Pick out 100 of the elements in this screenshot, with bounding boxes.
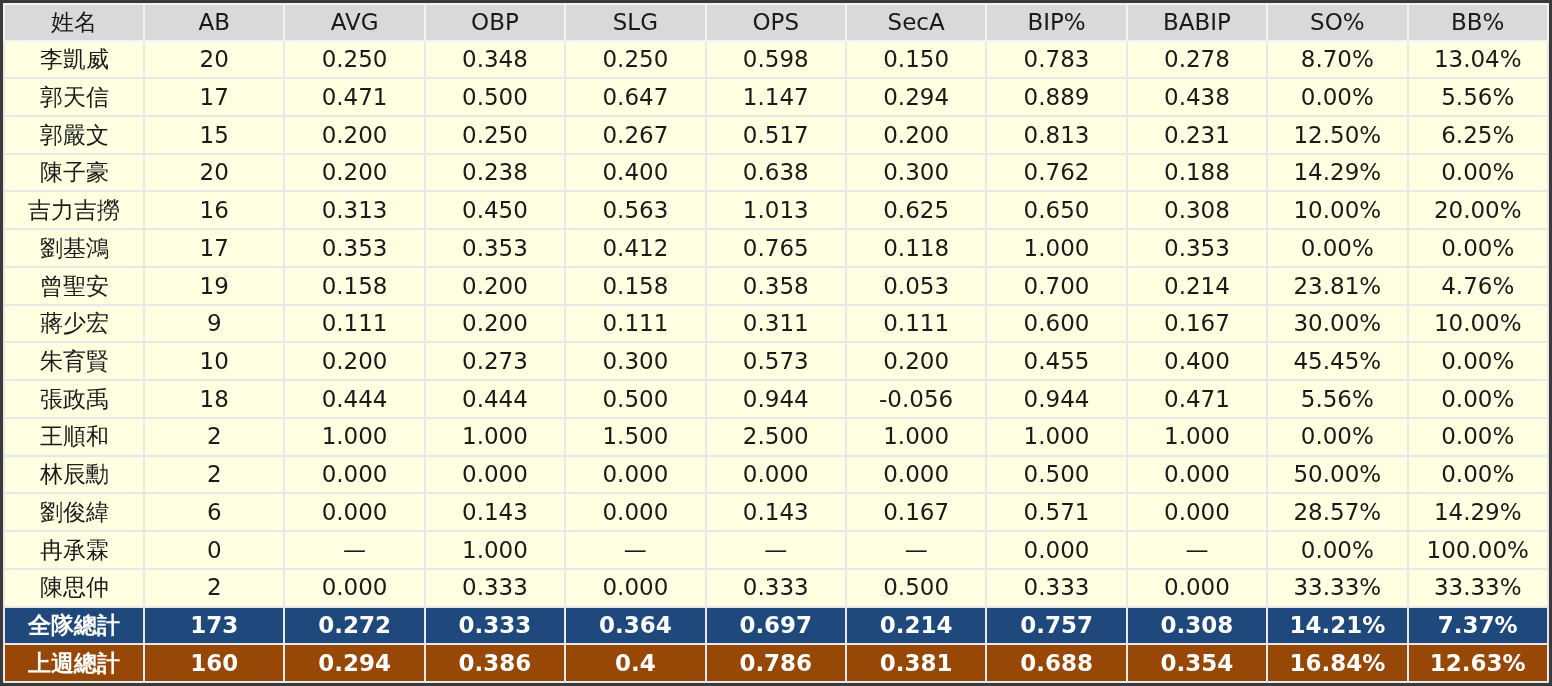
table-cell: 曾聖安 — [4, 266, 144, 305]
table-cell: 0.158 — [565, 266, 706, 305]
table-cell: 0.944 — [705, 380, 846, 418]
table-cell: 0.688 — [986, 644, 1127, 682]
table-cell: 0.353 — [1126, 229, 1268, 267]
table-cell: 0.000 — [1126, 568, 1268, 607]
table-cell: — — [565, 531, 706, 569]
table-cell: 0.700 — [986, 266, 1127, 305]
table-cell: 17 — [144, 78, 285, 116]
table-cell: 0.381 — [845, 644, 987, 682]
table-cell: 上週總計 — [4, 644, 144, 682]
table-cell: 郭天信 — [4, 78, 144, 116]
table-cell: — — [1126, 531, 1268, 569]
table-cell: 0.765 — [705, 229, 846, 267]
table-cell: 0.053 — [845, 266, 987, 305]
table-cell: 0.333 — [986, 568, 1127, 607]
table-cell: 1.000 — [1126, 417, 1268, 456]
table-cell: 0.200 — [424, 266, 566, 305]
table-cell: 5.56% — [1267, 380, 1408, 418]
table-cell: 0.231 — [1126, 115, 1268, 154]
table-cell: -0.056 — [845, 380, 987, 418]
table-cell: 0.000 — [565, 568, 706, 607]
column-header: SecA — [845, 4, 987, 41]
table-cell: 0.294 — [284, 644, 425, 682]
table-cell: 1.147 — [705, 78, 846, 116]
table-cell: 1.000 — [424, 531, 566, 569]
table-cell: — — [284, 531, 425, 569]
table-cell: 0.333 — [705, 568, 846, 607]
column-header: AB — [144, 4, 285, 41]
table-cell: 劉基鴻 — [4, 229, 144, 267]
table-cell: 0.353 — [284, 229, 425, 267]
column-header: 姓名 — [4, 4, 144, 41]
table-cell: 0.517 — [705, 115, 846, 154]
table-cell: 張政禹 — [4, 380, 144, 418]
table-cell: 0.889 — [986, 78, 1127, 116]
table-cell: 0.00% — [1267, 229, 1408, 267]
table-cell: 王順和 — [4, 417, 144, 456]
table-cell: 33.33% — [1407, 568, 1548, 607]
table-cell: 0.444 — [424, 380, 566, 418]
table-cell: 2 — [144, 568, 285, 607]
table-cell: 33.33% — [1267, 568, 1408, 607]
table-cell: 郭嚴文 — [4, 115, 144, 154]
table-cell: 6.25% — [1407, 115, 1548, 154]
table-cell: 23.81% — [1267, 266, 1408, 305]
column-header: BIP% — [986, 4, 1127, 41]
table-cell: 0.00% — [1407, 380, 1548, 418]
table-cell: 0.4 — [565, 644, 706, 682]
table-cell: 19 — [144, 266, 285, 305]
table-cell: 4.76% — [1407, 266, 1548, 305]
table-cell: 0.200 — [284, 115, 425, 154]
table-cell: 0.412 — [565, 229, 706, 267]
table-cell: 0.214 — [1126, 266, 1268, 305]
table-cell: 0.267 — [565, 115, 706, 154]
table-cell: 0.500 — [424, 78, 566, 116]
table-cell: — — [705, 531, 846, 569]
table-cell: 1.000 — [424, 417, 566, 456]
table-cell: 0.353 — [424, 229, 566, 267]
table-cell: 1.000 — [284, 417, 425, 456]
table-cell: 0.358 — [705, 266, 846, 305]
table-cell: 0.00% — [1407, 417, 1548, 456]
table-cell: 0.118 — [845, 229, 987, 267]
table-cell: 0.500 — [845, 568, 987, 607]
table-cell: 0.444 — [284, 380, 425, 418]
table-cell: 16.84% — [1267, 644, 1408, 682]
column-header: SLG — [565, 4, 706, 41]
table-cell: 0.813 — [986, 115, 1127, 154]
column-header: OBP — [424, 4, 566, 41]
table-cell: 0.944 — [986, 380, 1127, 418]
table-cell: 2.500 — [705, 417, 846, 456]
table-cell: 0.471 — [1126, 380, 1268, 418]
table-cell: 100.00% — [1407, 531, 1548, 569]
table-cell: 12.50% — [1267, 115, 1408, 154]
table-cell: 0 — [144, 531, 285, 569]
table-cell: 1.000 — [845, 417, 987, 456]
table-cell: 2 — [144, 417, 285, 456]
table-cell: 冉承霖 — [4, 531, 144, 569]
table-cell: 0.158 — [284, 266, 425, 305]
table-cell: 0.333 — [424, 568, 566, 607]
table-cell: 0.438 — [1126, 78, 1268, 116]
table-cell: 0.000 — [986, 531, 1127, 569]
table-cell: 1.000 — [986, 229, 1127, 267]
table-cell: 0.386 — [424, 644, 566, 682]
table-cell: 0.471 — [284, 78, 425, 116]
table-cell: 0.647 — [565, 78, 706, 116]
table-cell: 0.500 — [565, 380, 706, 418]
table-cell: 160 — [144, 644, 285, 682]
table-cell: 18 — [144, 380, 285, 418]
table-cell: 0.00% — [1267, 78, 1408, 116]
column-header: OPS — [705, 4, 846, 41]
column-header: BABIP — [1126, 4, 1268, 41]
table-cell: 0.294 — [845, 78, 987, 116]
table-cell: 0.00% — [1267, 531, 1408, 569]
table-cell: 17 — [144, 229, 285, 267]
table-cell: 1.500 — [565, 417, 706, 456]
column-header: AVG — [284, 4, 425, 41]
table-cell: 0.786 — [705, 644, 846, 682]
table-cell: 5.56% — [1407, 78, 1548, 116]
table-cell: 0.00% — [1267, 417, 1408, 456]
table-cell: 0.250 — [424, 115, 566, 154]
table-cell: 12.63% — [1407, 644, 1548, 682]
